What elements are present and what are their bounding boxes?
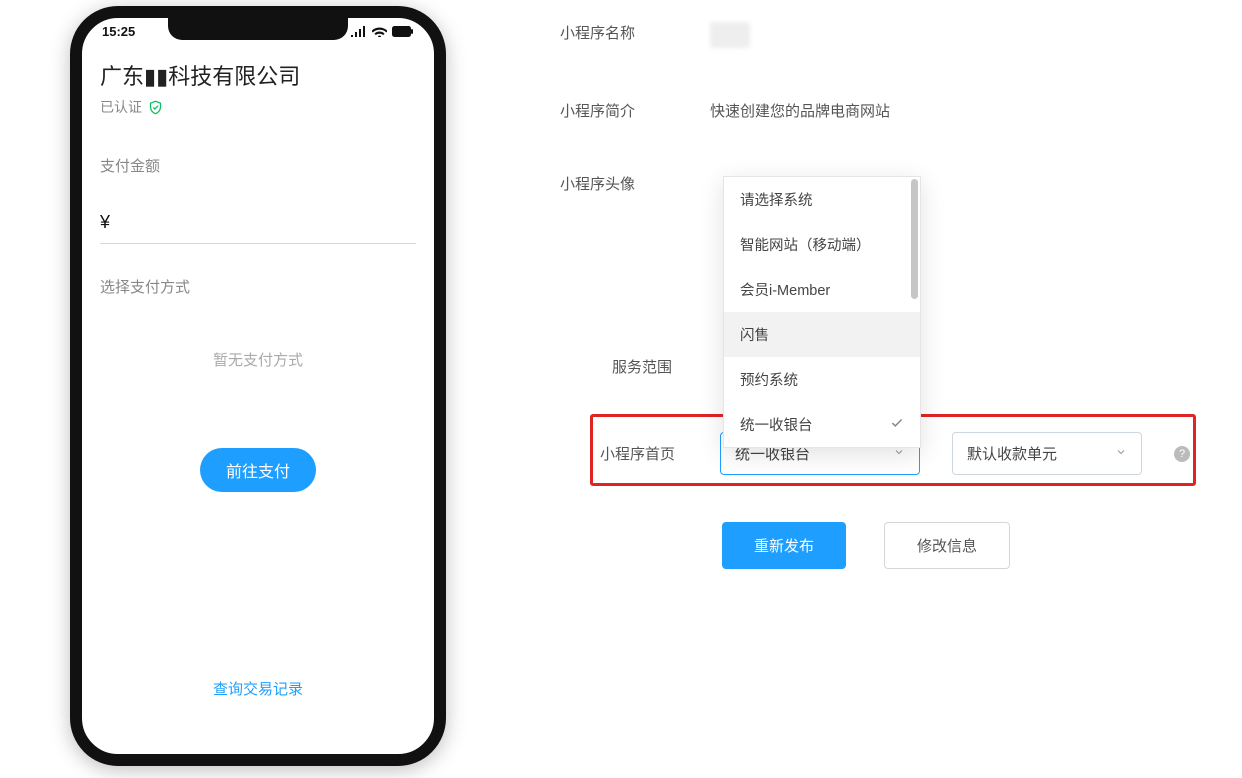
name-label: 小程序名称 <box>560 16 710 43</box>
phone-frame: 15:25 广东▮▮科技有限公司 已认证 支付金额 ¥ 选择支付方式 暂无支付方… <box>70 6 446 766</box>
homepage-label: 小程序首页 <box>600 443 688 464</box>
dropdown-item-flashsale[interactable]: 闪售 <box>724 312 920 357</box>
dropdown-item-mobile[interactable]: 智能网站（移动端） <box>724 222 920 267</box>
intro-label: 小程序简介 <box>560 94 710 121</box>
chevron-down-icon <box>1115 445 1127 462</box>
verified-row: 已认证 <box>100 97 416 117</box>
method-label: 选择支付方式 <box>100 276 416 297</box>
query-link[interactable]: 查询交易记录 <box>100 678 416 699</box>
row-intro: 小程序简介 快速创建您的品牌电商网站 <box>560 94 1200 121</box>
button-row: 重新发布 修改信息 <box>722 522 1010 569</box>
phone-content: 广东▮▮科技有限公司 已认证 支付金额 ¥ 选择支付方式 暂无支付方式 前往支付… <box>82 41 434 735</box>
help-icon[interactable]: ? <box>1174 446 1190 462</box>
check-icon <box>890 416 904 434</box>
dropdown-placeholder[interactable]: 请选择系统 <box>724 177 920 222</box>
battery-icon <box>392 26 414 37</box>
select-unit[interactable]: 默认收款单元 <box>952 432 1142 475</box>
select-unit-value: 默认收款单元 <box>967 443 1057 464</box>
edit-button[interactable]: 修改信息 <box>884 522 1010 569</box>
status-time: 15:25 <box>102 24 135 39</box>
wifi-icon <box>372 26 387 37</box>
status-icons <box>351 26 414 37</box>
name-value-blur <box>710 22 750 48</box>
avatar-label: 小程序头像 <box>560 167 710 194</box>
dropdown-scrollbar[interactable] <box>911 179 918 299</box>
no-method-text: 暂无支付方式 <box>100 349 416 370</box>
scope-label: 服务范围 <box>612 356 672 377</box>
republish-button[interactable]: 重新发布 <box>722 522 846 569</box>
company-name: 广东▮▮科技有限公司 <box>100 59 416 91</box>
dropdown-item-checkout[interactable]: 统一收银台 <box>724 402 920 447</box>
currency-symbol: ¥ <box>100 212 110 232</box>
amount-label: 支付金额 <box>100 155 416 176</box>
amount-input[interactable]: ¥ <box>100 212 416 244</box>
dropdown-item-checkout-label: 统一收银台 <box>740 414 813 435</box>
system-dropdown[interactable]: 请选择系统 智能网站（移动端） 会员i-Member 闪售 预约系统 统一收银台 <box>723 176 921 448</box>
name-value <box>710 16 1200 48</box>
signal-icon <box>351 26 367 37</box>
phone-notch <box>168 18 348 40</box>
pay-button[interactable]: 前往支付 <box>200 448 316 492</box>
dropdown-item-member[interactable]: 会员i-Member <box>724 267 920 312</box>
intro-value: 快速创建您的品牌电商网站 <box>710 94 1200 121</box>
dropdown-item-booking[interactable]: 预约系统 <box>724 357 920 402</box>
verified-label: 已认证 <box>100 97 142 117</box>
row-name: 小程序名称 <box>560 16 1200 48</box>
shield-check-icon <box>148 100 163 115</box>
